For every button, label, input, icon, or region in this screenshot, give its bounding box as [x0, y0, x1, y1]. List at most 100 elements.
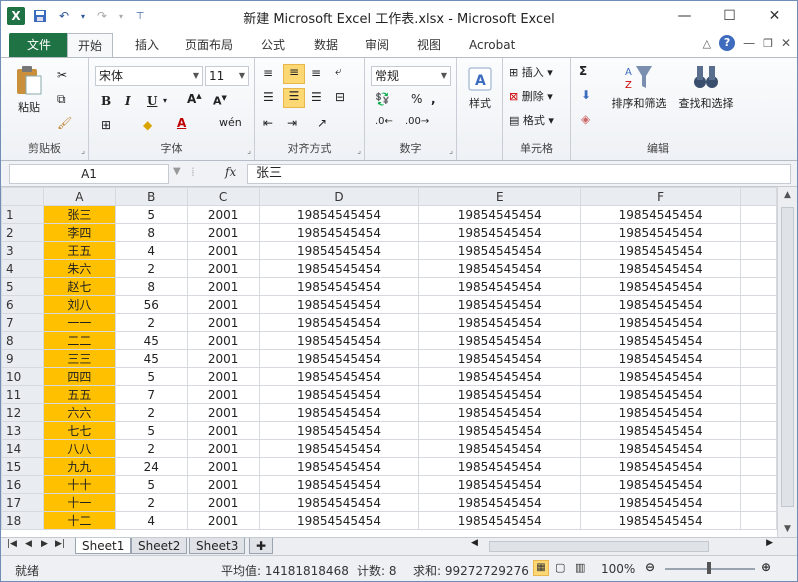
cell-name[interactable]: 九九 — [42, 457, 116, 476]
row-header[interactable]: 5 — [1, 277, 44, 296]
cell-value[interactable]: 5 — [114, 421, 188, 440]
row-header[interactable]: 13 — [1, 421, 44, 440]
cell-name[interactable]: 赵七 — [42, 277, 116, 296]
cell-value[interactable]: 2 — [114, 493, 188, 512]
cell-empty[interactable] — [740, 385, 777, 404]
cell-phone[interactable]: 19854545454 — [418, 403, 582, 422]
currency-icon[interactable]: 💱 — [375, 92, 390, 106]
sheet-tab-3[interactable]: Sheet3 — [189, 538, 246, 554]
name-box[interactable]: A1 — [9, 164, 169, 184]
increase-decimal-icon[interactable]: .0← — [375, 116, 393, 127]
cell-value[interactable]: 2 — [114, 313, 188, 332]
cell-phone[interactable]: 19854545454 — [580, 511, 741, 530]
increase-indent-icon[interactable]: ⇥ — [287, 116, 297, 130]
cell-phone[interactable]: 19854545454 — [580, 259, 741, 278]
select-all-corner[interactable] — [1, 187, 44, 206]
tab-data[interactable]: 数据 — [304, 33, 348, 57]
cell-phone[interactable]: 19854545454 — [258, 403, 420, 422]
cell-value[interactable]: 7 — [114, 385, 188, 404]
font-size-select[interactable]: 11 ▼ — [205, 66, 249, 86]
align-bottom-icon[interactable]: ≡ — [311, 66, 321, 80]
column-header[interactable]: B — [114, 187, 188, 206]
sort-filter-button[interactable]: AZ 排序和筛选 — [607, 62, 671, 111]
cell-empty[interactable] — [740, 313, 777, 332]
cell-phone[interactable]: 19854545454 — [580, 385, 741, 404]
cell-empty[interactable] — [740, 223, 777, 242]
cell-phone[interactable]: 19854545454 — [580, 421, 741, 440]
cell-phone[interactable]: 19854545454 — [580, 205, 741, 224]
cell-value[interactable]: 45 — [114, 331, 188, 350]
row-header[interactable]: 2 — [1, 223, 44, 242]
cell-phone[interactable]: 19854545454 — [258, 385, 420, 404]
cell-phone[interactable]: 19854545454 — [258, 313, 420, 332]
tab-insert[interactable]: 插入 — [125, 33, 169, 57]
cell-year[interactable]: 2001 — [186, 331, 260, 350]
sheet-tab-1[interactable]: Sheet1 — [75, 538, 132, 554]
number-launcher-icon[interactable]: ⌟ — [449, 146, 453, 155]
cell-value[interactable]: 45 — [114, 349, 188, 368]
cell-phone[interactable]: 19854545454 — [418, 349, 582, 368]
underline-button[interactable]: U — [147, 94, 157, 108]
cell-value[interactable]: 4 — [114, 511, 188, 530]
cell-value[interactable]: 56 — [114, 295, 188, 314]
font-launcher-icon[interactable]: ⌟ — [247, 146, 251, 155]
cell-phone[interactable]: 19854545454 — [418, 259, 582, 278]
cell-phone[interactable]: 19854545454 — [580, 331, 741, 350]
help-icon[interactable]: ? — [719, 35, 736, 51]
tab-page-layout[interactable]: 页面布局 — [175, 33, 243, 57]
row-header[interactable]: 16 — [1, 475, 44, 494]
cell-phone[interactable]: 19854545454 — [258, 277, 420, 296]
format-painter-icon[interactable]: 🖌 — [57, 116, 72, 130]
cell-name[interactable]: 七七 — [42, 421, 116, 440]
cell-phone[interactable]: 19854545454 — [580, 367, 741, 386]
cell-year[interactable]: 2001 — [186, 493, 260, 512]
number-format-select[interactable]: 常规 ▼ — [371, 66, 451, 86]
cell-name[interactable]: 朱六 — [42, 259, 116, 278]
scroll-right-icon[interactable]: ▶ — [766, 538, 773, 548]
cell-value[interactable]: 4 — [114, 241, 188, 260]
name-box-dropdown-icon[interactable]: ▼ — [173, 166, 181, 177]
cell-phone[interactable]: 19854545454 — [418, 241, 582, 260]
increase-font-icon[interactable]: A▲ — [187, 92, 202, 106]
cell-year[interactable]: 2001 — [186, 457, 260, 476]
cell-year[interactable]: 2001 — [186, 385, 260, 404]
sheet-tab-2[interactable]: Sheet2 — [131, 538, 188, 554]
cell-phone[interactable]: 19854545454 — [580, 457, 741, 476]
align-left-icon[interactable]: ☰ — [263, 90, 274, 104]
row-header[interactable]: 14 — [1, 439, 44, 458]
cell-phone[interactable]: 19854545454 — [580, 277, 741, 296]
cell-value[interactable]: 8 — [114, 223, 188, 242]
fill-color-icon[interactable]: ◆ — [143, 118, 152, 132]
row-header[interactable]: 9 — [1, 349, 44, 368]
cell-name[interactable]: 六六 — [42, 403, 116, 422]
scroll-left-icon[interactable]: ◀ — [471, 538, 478, 548]
cell-value[interactable]: 2 — [114, 259, 188, 278]
scroll-up-icon[interactable]: ▲ — [778, 187, 797, 203]
cell-empty[interactable] — [740, 403, 777, 422]
cell-phone[interactable]: 19854545454 — [418, 313, 582, 332]
cell-name[interactable]: 二二 — [42, 331, 116, 350]
cell-value[interactable]: 8 — [114, 277, 188, 296]
cell-year[interactable]: 2001 — [186, 403, 260, 422]
cell-phone[interactable]: 19854545454 — [418, 385, 582, 404]
row-header[interactable]: 6 — [1, 295, 44, 314]
cell-name[interactable]: 王五 — [42, 241, 116, 260]
cell-value[interactable]: 5 — [114, 475, 188, 494]
cell-phone[interactable]: 19854545454 — [418, 223, 582, 242]
cell-empty[interactable] — [740, 511, 777, 530]
cell-phone[interactable]: 19854545454 — [418, 295, 582, 314]
next-sheet-icon[interactable]: ▶ — [41, 539, 48, 549]
column-header[interactable]: C — [186, 187, 260, 206]
cell-phone[interactable]: 19854545454 — [258, 241, 420, 260]
horizontal-scrollbar[interactable]: ◀ ▶ — [467, 538, 777, 553]
cell-phone[interactable]: 19854545454 — [258, 295, 420, 314]
column-header[interactable]: D — [258, 187, 420, 206]
cell-name[interactable]: 四四 — [42, 367, 116, 386]
comma-style-icon[interactable]: , — [431, 92, 436, 106]
wrap-text-icon[interactable]: ⤶ — [335, 64, 342, 79]
clear-icon[interactable]: ◈ — [581, 112, 590, 126]
doc-restore-icon[interactable]: ❐ — [763, 37, 773, 50]
close-icon[interactable]: ✕ — [752, 1, 797, 31]
cell-value[interactable]: 2 — [114, 439, 188, 458]
scroll-down-icon[interactable]: ▼ — [778, 521, 797, 537]
